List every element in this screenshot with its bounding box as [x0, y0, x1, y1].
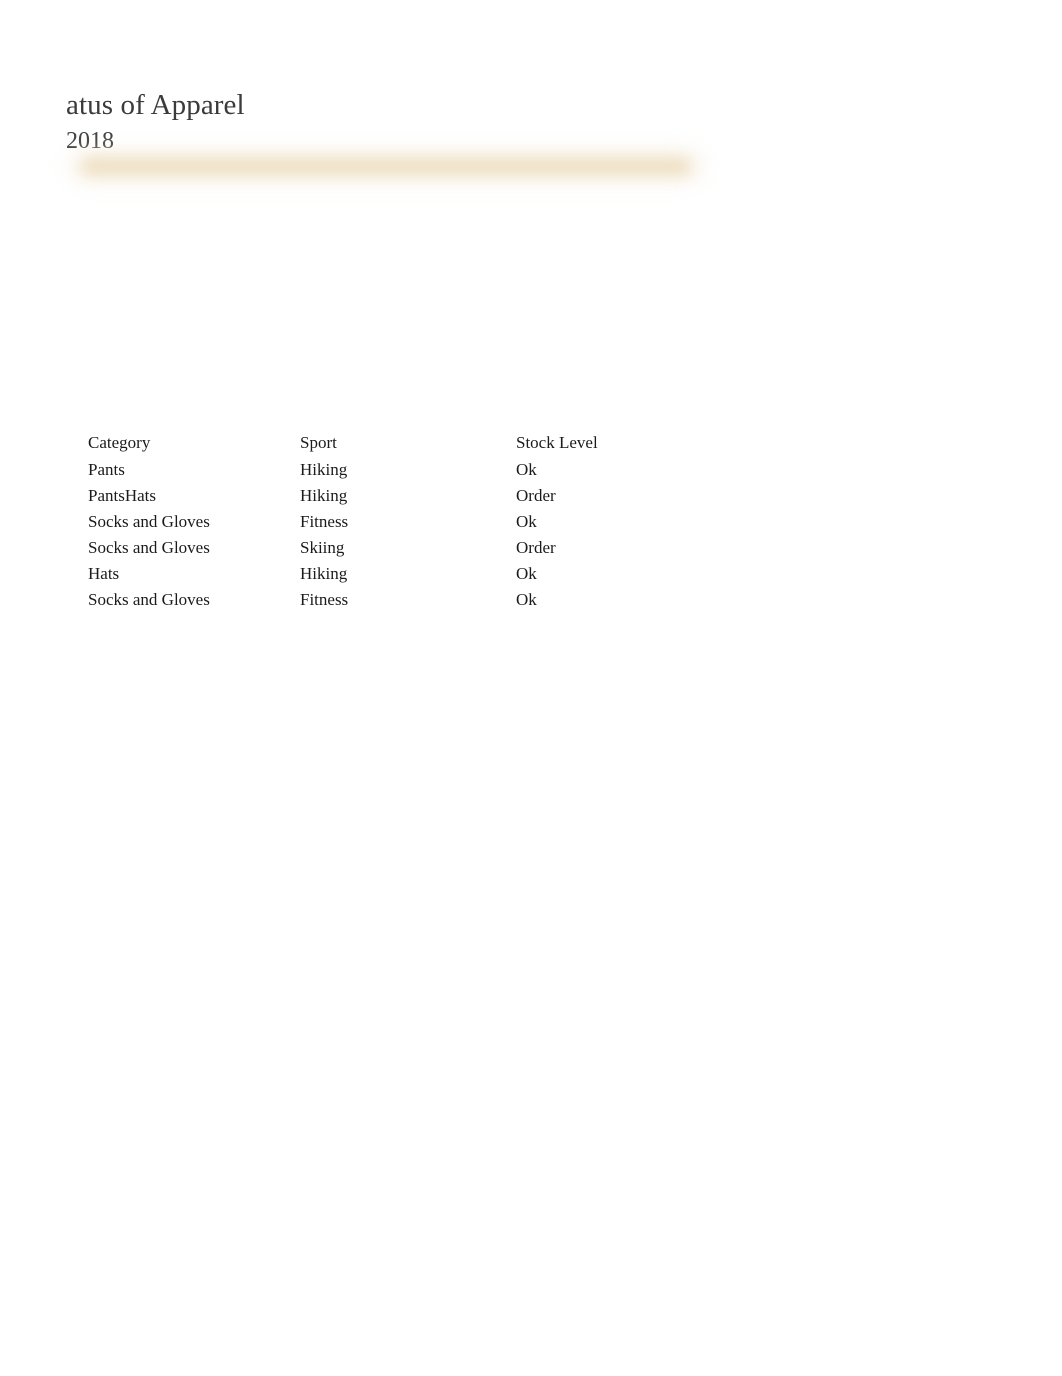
cell-sport: Hiking — [300, 486, 348, 505]
document-header: atus of Apparel 2018 — [66, 88, 786, 156]
cell-category: Socks and Gloves — [88, 538, 210, 557]
table-header-row: Category Sport Stock Level — [88, 430, 688, 457]
cell-sport: Hiking — [300, 460, 348, 479]
table-body: Pants Hiking Ok PantsHats Hiking Order S… — [88, 457, 688, 613]
cell-stock-level: Order — [516, 538, 556, 557]
table-row: Socks and Gloves Skiing Order — [88, 535, 688, 561]
table-row: Pants Hiking Ok — [88, 457, 688, 483]
column-header-stock-level: Stock Level — [516, 433, 598, 452]
table-row: Hats Hiking Ok — [88, 561, 688, 587]
cell-sport: Hiking — [300, 564, 348, 583]
cell-stock-level: Ok — [516, 564, 537, 583]
cell-sport: Fitness — [300, 512, 349, 531]
cell-category: Socks and Gloves — [88, 590, 210, 609]
cell-category: Pants — [88, 460, 125, 479]
table-header: Category Sport Stock Level — [88, 430, 688, 457]
cell-category: Socks and Gloves — [88, 512, 210, 531]
cell-category: PantsHats — [88, 486, 156, 505]
stock-level-table: Category Sport Stock Level Pants Hiking … — [88, 430, 688, 613]
accent-divider-bar — [82, 158, 690, 175]
column-header-sport: Sport — [300, 433, 337, 452]
stock-table-block: Category Sport Stock Level Pants Hiking … — [88, 430, 688, 613]
cell-sport: Fitness — [300, 590, 349, 609]
document-page: atus of Apparel 2018 Category Sport Stoc… — [0, 0, 1062, 1376]
accent-divider-glow — [70, 152, 702, 180]
cell-stock-level: Ok — [516, 460, 537, 479]
column-header-category: Category — [88, 433, 151, 452]
table-row: PantsHats Hiking Order — [88, 483, 688, 509]
page-title: atus of Apparel — [66, 89, 245, 121]
cell-stock-level: Order — [516, 486, 556, 505]
page-subtitle-year: 2018 — [66, 128, 114, 154]
cell-stock-level: Ok — [516, 590, 537, 609]
table-row: Socks and Gloves Fitness Ok — [88, 587, 688, 613]
cell-sport: Skiing — [300, 538, 345, 557]
cell-stock-level: Ok — [516, 512, 537, 531]
cell-category: Hats — [88, 564, 120, 583]
table-row: Socks and Gloves Fitness Ok — [88, 509, 688, 535]
